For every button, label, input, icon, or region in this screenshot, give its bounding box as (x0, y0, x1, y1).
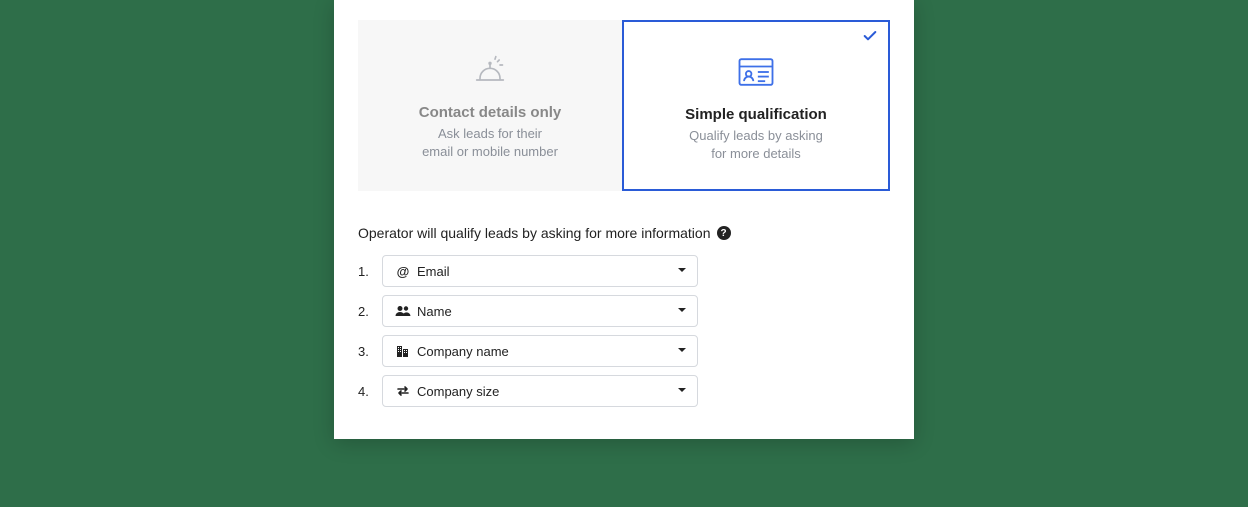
field-rows: 1. @ Email 2. Name (358, 255, 698, 407)
help-icon[interactable]: ? (717, 226, 731, 240)
at-icon: @ (393, 264, 413, 279)
field-label: Email (413, 264, 677, 279)
field-row: 1. @ Email (358, 255, 698, 287)
field-number: 1. (358, 264, 372, 279)
lead-text: Operator will qualify leads by asking fo… (358, 225, 890, 241)
field-label: Company size (413, 384, 677, 399)
field-number: 3. (358, 344, 372, 359)
field-select-company-size[interactable]: Company size (382, 375, 698, 407)
card-contact-title: Contact details only (374, 104, 606, 121)
swap-icon (393, 385, 413, 397)
chevron-down-icon (677, 302, 687, 320)
field-number: 2. (358, 304, 372, 319)
chevron-down-icon (677, 342, 687, 360)
card-simple-qualification[interactable]: Simple qualification Qualify leads by as… (622, 20, 890, 191)
field-select-company-name[interactable]: Company name (382, 335, 698, 367)
check-icon (862, 28, 878, 49)
field-row: 2. Name (358, 295, 698, 327)
field-select-email[interactable]: @ Email (382, 255, 698, 287)
building-icon (393, 344, 413, 358)
field-label: Company name (413, 344, 677, 359)
qualification-panel: Contact details only Ask leads for their… (334, 0, 914, 439)
lead-text-label: Operator will qualify leads by asking fo… (358, 225, 711, 241)
field-number: 4. (358, 384, 372, 399)
bell-icon (374, 50, 606, 90)
card-contact-sub: Ask leads for theiremail or mobile numbe… (374, 125, 606, 161)
people-icon (393, 305, 413, 317)
card-row: Contact details only Ask leads for their… (358, 20, 890, 191)
field-row: 3. Company name (358, 335, 698, 367)
card-qual-sub: Qualify leads by askingfor more details (640, 127, 872, 163)
card-contact-details[interactable]: Contact details only Ask leads for their… (358, 20, 622, 191)
chevron-down-icon (677, 382, 687, 400)
field-label: Name (413, 304, 677, 319)
field-select-name[interactable]: Name (382, 295, 698, 327)
card-qual-title: Simple qualification (640, 106, 872, 123)
id-card-icon (640, 52, 872, 92)
field-row: 4. Company size (358, 375, 698, 407)
chevron-down-icon (677, 262, 687, 280)
